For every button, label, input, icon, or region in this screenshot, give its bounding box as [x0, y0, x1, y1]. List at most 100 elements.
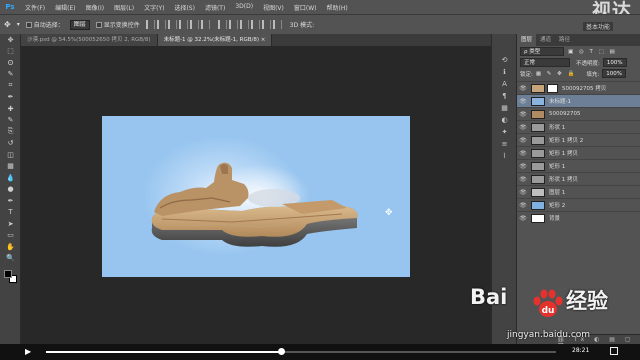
workspace-selector[interactable]: 基本功能	[583, 22, 614, 31]
shape-tool-icon[interactable]: ▭	[0, 230, 21, 242]
menu-item-4[interactable]: 文字(Y)	[139, 3, 169, 12]
layer-visibility-icon[interactable]: 👁	[517, 189, 529, 196]
auto-select-checkbox[interactable]: 自动选择：	[25, 20, 64, 29]
layer-row[interactable]: 👁 背景	[517, 211, 640, 224]
layer-visibility-icon[interactable]: 👁	[517, 85, 529, 92]
align-top-icon[interactable]	[145, 20, 155, 29]
fullscreen-icon[interactable]	[610, 347, 618, 355]
distribute-hcenter-icon[interactable]	[261, 20, 271, 29]
adjustments-icon[interactable]: ◐	[492, 114, 517, 126]
layers-tab-1[interactable]: 通道	[536, 34, 555, 46]
color-swatches[interactable]	[0, 268, 20, 288]
align-bottom-icon[interactable]	[167, 20, 177, 29]
lasso-tool-icon[interactable]: ʘ	[0, 57, 21, 69]
dodge-tool-icon[interactable]: ●	[0, 184, 21, 196]
layer-visibility-icon[interactable]: 👁	[517, 137, 529, 144]
crop-tool-icon[interactable]: ⌗	[0, 80, 21, 92]
layers-tab-0[interactable]: 图层	[517, 34, 537, 46]
paths-icon[interactable]: ⌇	[492, 150, 517, 162]
layer-row[interactable]: 👁 未标题-1	[517, 94, 640, 107]
filter-icons[interactable]: ▣ ◎ T ⬚ ▤	[568, 49, 617, 55]
path-select-tool-icon[interactable]: ➤	[0, 218, 21, 230]
layer-visibility-icon[interactable]: 👁	[517, 215, 529, 222]
swatches-icon[interactable]: ▦	[492, 102, 517, 114]
layer-visibility-icon[interactable]: 👁	[517, 111, 529, 118]
blur-tool-icon[interactable]: 💧	[0, 172, 21, 184]
menu-item-5[interactable]: 选择(S)	[169, 3, 200, 12]
lock-icons[interactable]: ▦ ✎ ✥ 🔒	[536, 71, 577, 77]
layer-visibility-icon[interactable]: 👁	[517, 163, 529, 170]
layer-filter-dropdown[interactable]: ρ 类型	[520, 47, 564, 56]
align-left-icon[interactable]	[178, 20, 188, 29]
menu-item-8[interactable]: 视图(V)	[258, 3, 289, 12]
tool-preset-dropdown[interactable]: ▾	[17, 21, 20, 28]
menu-item-1[interactable]: 编辑(E)	[50, 3, 80, 12]
quick-select-tool-icon[interactable]: ✎	[0, 69, 21, 81]
play-icon[interactable]: ▶	[25, 347, 35, 357]
distribute-vcenter-icon[interactable]	[228, 20, 238, 29]
channels-icon[interactable]: ≡	[492, 138, 517, 150]
layer-visibility-icon[interactable]: 👁	[517, 202, 529, 209]
move-tool-icon[interactable]: ✥	[4, 20, 11, 29]
layer-visibility-icon[interactable]: 👁	[517, 150, 529, 157]
gradient-tool-icon[interactable]: ▦	[0, 161, 21, 173]
layer-row[interactable]: 👁 矩形 1 拷贝	[517, 146, 640, 159]
history-icon[interactable]: ⟲	[492, 54, 517, 66]
menu-item-6[interactable]: 滤镜(T)	[200, 3, 230, 12]
layer-mask-thumbnail[interactable]	[547, 83, 558, 93]
video-progress-knob[interactable]	[277, 348, 285, 355]
document-canvas[interactable]	[102, 116, 410, 277]
stamp-tool-icon[interactable]: ⎘	[0, 126, 21, 138]
menu-item-3[interactable]: 图层(L)	[109, 3, 139, 12]
paragraph-icon[interactable]: ¶	[492, 90, 517, 102]
layer-row[interactable]: 👁 形状 1	[517, 120, 640, 133]
align-right-icon[interactable]	[200, 20, 210, 29]
layer-row[interactable]: 👁 矩形 2	[517, 198, 640, 211]
eyedropper-tool-icon[interactable]: ✒	[0, 92, 21, 104]
menu-item-0[interactable]: 文件(F)	[20, 3, 50, 12]
distribute-bottom-icon[interactable]	[239, 20, 249, 29]
layer-row[interactable]: 👁 图层 1	[517, 185, 640, 198]
styles-icon[interactable]: ✦	[492, 126, 517, 138]
align-buttons[interactable]	[145, 20, 212, 29]
align-hcenter-icon[interactable]	[189, 20, 199, 29]
brush-tool-icon[interactable]: ✎	[0, 115, 21, 127]
distribute-right-icon[interactable]	[272, 20, 282, 29]
eraser-tool-icon[interactable]: ◫	[0, 149, 21, 161]
foreground-color-swatch[interactable]	[4, 270, 12, 278]
marquee-tool-icon[interactable]: ⬚	[0, 46, 21, 58]
type-tool-icon[interactable]: T	[0, 207, 21, 219]
distribute-left-icon[interactable]	[250, 20, 260, 29]
zoom-tool-icon[interactable]: 🔍	[0, 253, 21, 265]
distribute-buttons[interactable]	[217, 20, 284, 29]
layer-row[interactable]: 👁 矩形 1 拷贝 2	[517, 133, 640, 146]
menu-item-9[interactable]: 窗口(W)	[289, 3, 322, 12]
layer-visibility-icon[interactable]: 👁	[517, 124, 529, 131]
opacity-input[interactable]: 100%	[602, 58, 627, 67]
layer-row[interactable]: 👁 500092705 拷贝	[517, 81, 640, 94]
healing-tool-icon[interactable]: ✚	[0, 103, 21, 115]
document-tab-0[interactable]: 沙漠.psd @ 54.5%(500052650 拷贝 2, RGB/8)	[21, 34, 158, 46]
pen-tool-icon[interactable]: ✒	[0, 195, 21, 207]
layer-visibility-icon[interactable]: 👁	[517, 176, 529, 183]
canvas-area[interactable]: ✥	[21, 46, 491, 344]
hand-tool-icon[interactable]: ✋	[0, 241, 21, 253]
character-icon[interactable]: A	[492, 78, 517, 90]
properties-icon[interactable]: ℹ	[492, 66, 517, 78]
layer-row[interactable]: 👁 矩形 1	[517, 159, 640, 172]
layers-tab-2[interactable]: 路径	[555, 34, 574, 46]
menu-item-10[interactable]: 帮助(H)	[322, 3, 353, 12]
distribute-top-icon[interactable]	[217, 20, 227, 29]
move-tool-icon[interactable]: ✥	[0, 34, 21, 46]
menu-item-2[interactable]: 图像(I)	[81, 3, 109, 12]
history-brush-tool-icon[interactable]: ↺	[0, 138, 21, 150]
show-transform-checkbox[interactable]: 显示变换控件	[95, 20, 140, 29]
auto-select-dropdown[interactable]: 图层	[69, 19, 90, 30]
blend-mode-dropdown[interactable]: 正常	[520, 58, 570, 67]
layer-row[interactable]: 👁 500092705	[517, 107, 640, 120]
fill-input[interactable]: 100%	[602, 69, 626, 78]
layer-visibility-icon[interactable]: 👁	[517, 98, 529, 105]
layer-row[interactable]: 👁 形状 1 拷贝	[517, 172, 640, 185]
menu-item-7[interactable]: 3D(D)	[230, 3, 258, 12]
align-vcenter-icon[interactable]	[156, 20, 166, 29]
